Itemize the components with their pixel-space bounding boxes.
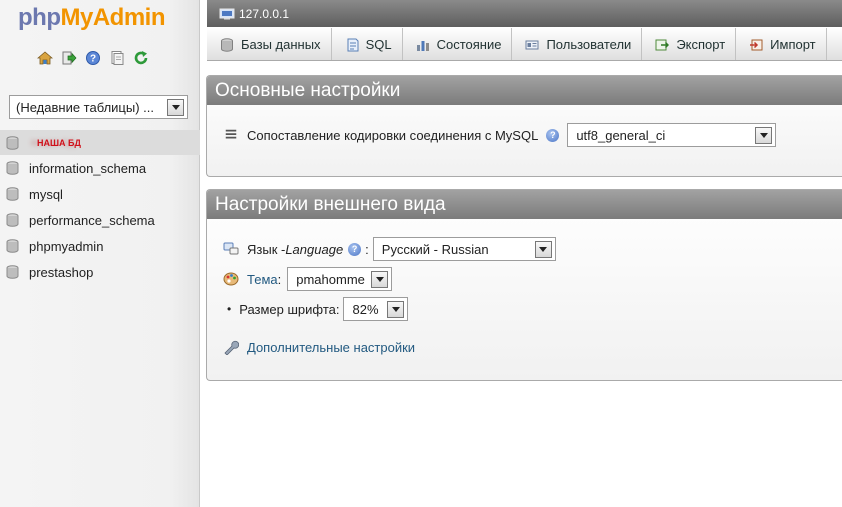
server-host: 127.0.0.1 [239,6,290,21]
database-name: phpmyadmin [29,238,104,254]
general-settings-title: Основные настройки [207,76,842,105]
server-breadcrumb[interactable]: 127.0.0.1 [207,0,842,27]
database-icon [6,239,19,253]
theme-value: pmahomme [296,271,365,287]
chevron-down-icon[interactable] [755,126,773,144]
language-icon [223,241,239,257]
export-icon [655,39,670,50]
import-icon [750,39,763,50]
help-icon[interactable]: ? [348,242,362,256]
database-item-current[interactable]: НАША БД [0,130,200,155]
database-name: НАША БД [37,137,81,148]
home-icon[interactable] [36,49,54,67]
collation-select[interactable]: utf8_general_ci [567,123,777,147]
database-icon [6,213,19,227]
more-settings-link[interactable]: Дополнительные настройки [247,340,415,355]
database-item[interactable]: phpmyadmin [0,233,200,259]
docs-icon[interactable] [108,49,126,67]
navigation-icon-bar: ? [36,49,150,67]
help-icon[interactable]: ? [546,128,560,142]
font-size-value: 82% [352,301,379,317]
database-item[interactable]: mysql [0,181,200,207]
database-icon [6,187,19,201]
database-name: information_schema [29,160,147,176]
database-item[interactable]: performance_schema [0,207,200,233]
database-name: mysql [29,186,63,202]
collation-icon [223,127,239,143]
general-settings-panel: Основные настройки Сопоставление кодиров… [206,75,842,177]
logout-icon[interactable] [60,49,78,67]
appearance-settings-title: Настройки внешнего вида [207,190,842,219]
chevron-down-icon[interactable] [534,240,552,258]
navigation-panel: phpMyAdmin ? (Недавние таблицы) ... НАША… [0,0,200,507]
theme-row: Тема: pmahomme [223,267,393,291]
chevron-down-icon[interactable] [371,270,389,288]
server-icon [219,8,235,19]
font-size-row: • Размер шрифта: 82% [223,297,409,321]
font-size-select[interactable]: 82% [343,297,409,321]
tab-status[interactable]: Состояние [403,28,513,60]
recent-tables-select[interactable]: (Недавние таблицы) ... [9,95,188,119]
language-label: Язык - [247,241,286,257]
database-name: performance_schema [29,212,155,228]
users-icon [525,40,539,49]
more-settings-row: Дополнительные настройки [223,339,415,355]
tab-export[interactable]: Экспорт [642,28,737,60]
recent-tables-value: (Недавние таблицы) ... [16,99,154,115]
help-icon[interactable]: ? [84,49,102,67]
language-select[interactable]: Русский - Russian [372,237,556,261]
status-icon [416,40,429,51]
database-item[interactable]: prestashop [0,259,200,285]
palette-icon [223,271,239,287]
database-icon [6,161,19,175]
language-label-en: Language [285,241,344,257]
language-row: Язык - Language ? : Русский - Russian [223,237,556,261]
language-value: Русский - Russian [381,241,489,257]
database-item[interactable]: information_schema [0,155,200,181]
tab-sql[interactable]: SQL [332,28,403,60]
tab-import[interactable]: Импорт [736,28,827,60]
svg-text:?: ? [90,54,96,65]
appearance-settings-panel: Настройки внешнего вида Язык - Language … [206,189,842,381]
collation-value: utf8_general_ci [576,127,666,143]
collation-label: Сопоставление кодировки соединения с MyS… [247,127,539,143]
database-list: НАША БД information_schema mysql perform… [0,130,200,285]
database-icon [6,135,19,150]
theme-link[interactable]: Тема [247,272,278,287]
font-size-label: Размер шрифта: [239,301,340,317]
phpmyadmin-logo[interactable]: phpMyAdmin [18,4,166,32]
bullet-icon: • [227,302,232,316]
tab-databases[interactable]: Базы данных [207,28,332,60]
chevron-down-icon[interactable] [167,98,184,116]
database-icon [221,37,233,52]
theme-select[interactable]: pmahomme [287,267,393,291]
collation-row: Сопоставление кодировки соединения с MyS… [223,123,777,147]
database-name: prestashop [29,264,94,280]
tab-users[interactable]: Пользователи [512,28,643,60]
chevron-down-icon[interactable] [387,300,405,318]
wrench-icon [223,339,239,355]
database-icon [6,265,19,279]
sql-icon [347,38,359,51]
reload-icon[interactable] [132,49,150,67]
top-menu-tabs: Базы данных SQL Состояние Пользователи Э… [207,28,842,61]
